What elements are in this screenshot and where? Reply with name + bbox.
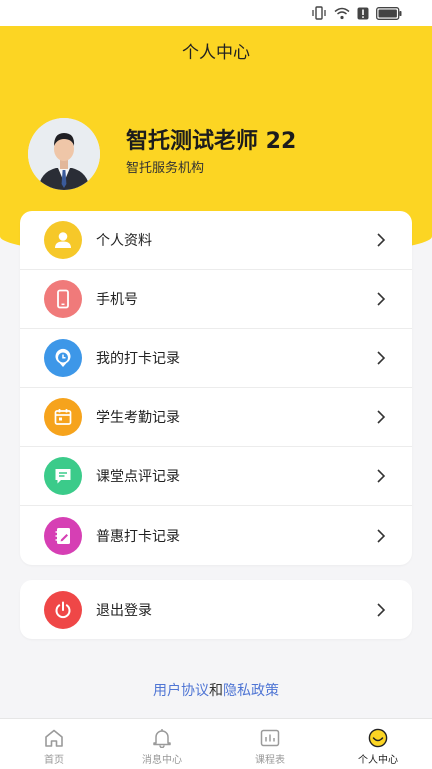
clock-pin-icon xyxy=(44,339,82,377)
menu-item-label: 我的打卡记录 xyxy=(96,351,180,367)
menu-item-phone[interactable]: 手机号 xyxy=(20,270,412,329)
chevron-right-icon xyxy=(377,469,386,483)
tab-label: 个人中心 xyxy=(358,755,398,766)
tab-messages[interactable]: 消息中心 xyxy=(108,719,216,769)
chevron-right-icon xyxy=(377,233,386,247)
menu-item-student-attendance[interactable]: 学生考勤记录 xyxy=(20,388,412,447)
tab-label: 首页 xyxy=(44,755,64,766)
user-agreement-link[interactable]: 用户协议 xyxy=(153,683,209,699)
avatar[interactable] xyxy=(28,118,100,190)
notebook-icon xyxy=(44,516,82,555)
policy-and-text: 和 xyxy=(209,683,223,699)
privacy-policy-link[interactable]: 隐私政策 xyxy=(223,683,279,699)
logout-label: 退出登录 xyxy=(96,602,152,619)
menu-item-puhui-checkin[interactable]: 普惠打卡记录 xyxy=(20,506,412,565)
chevron-right-icon xyxy=(377,351,386,365)
wifi-icon xyxy=(334,7,350,19)
profile-icon xyxy=(44,221,82,259)
battery-icon xyxy=(376,6,402,20)
menu-item-personal-info[interactable]: 个人资料 xyxy=(20,211,412,270)
calendar-icon xyxy=(44,398,82,436)
logout-button[interactable]: 退出登录 xyxy=(20,580,412,639)
tab-home[interactable]: 首页 xyxy=(0,719,108,769)
home-icon xyxy=(45,729,63,747)
schedule-icon xyxy=(260,729,280,747)
phone-icon xyxy=(44,280,82,318)
avatar-portrait-icon xyxy=(28,118,100,190)
tab-label: 课程表 xyxy=(255,755,285,766)
vibrate-icon xyxy=(312,6,326,20)
logout-card: 退出登录 xyxy=(20,580,412,639)
menu-item-label: 课堂点评记录 xyxy=(96,469,180,485)
alert-icon xyxy=(357,7,369,19)
comment-icon xyxy=(44,457,82,495)
tab-schedule[interactable]: 课程表 xyxy=(216,719,324,769)
chevron-right-icon xyxy=(377,528,386,543)
page-title: 个人中心 xyxy=(182,43,250,63)
chevron-right-icon xyxy=(377,602,386,617)
chevron-right-icon xyxy=(377,292,386,306)
menu-item-class-review[interactable]: 课堂点评记录 xyxy=(20,447,412,506)
bottom-tab-bar: 首页 消息中心 课程表 个人中心 xyxy=(0,718,432,769)
status-bar xyxy=(0,0,432,26)
tab-label: 消息中心 xyxy=(142,755,182,766)
tab-profile[interactable]: 个人中心 xyxy=(324,719,432,769)
profile-organization: 智托服务机构 xyxy=(126,161,205,176)
menu-item-label: 普惠打卡记录 xyxy=(96,528,180,545)
menu-item-label: 个人资料 xyxy=(96,233,152,249)
chevron-right-icon xyxy=(377,410,386,424)
menu-card: 个人资料 手机号 我的打卡记录 学生考勤记录 课堂点评记录 普惠打卡记录 xyxy=(20,211,412,565)
bell-icon xyxy=(153,729,171,748)
menu-item-label: 学生考勤记录 xyxy=(96,410,180,426)
menu-item-label: 手机号 xyxy=(96,292,138,308)
profile-name: 智托测试老师 22 xyxy=(126,129,297,154)
power-icon xyxy=(44,590,82,629)
smiley-icon xyxy=(368,728,388,748)
policy-links: 用户协议和隐私政策 xyxy=(0,680,432,700)
menu-item-my-checkin[interactable]: 我的打卡记录 xyxy=(20,329,412,388)
